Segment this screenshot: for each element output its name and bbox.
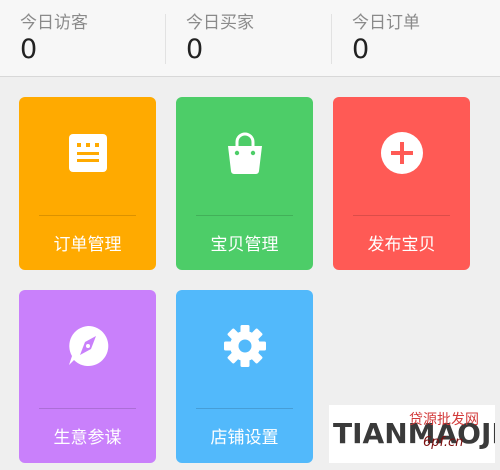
stat-buyers-value: 0 xyxy=(186,34,204,65)
stat-visitors-label: 今日访客 xyxy=(20,13,88,33)
tile-store-settings[interactable]: 店铺设置 xyxy=(176,290,313,463)
stat-buyers: 今日买家 0 xyxy=(186,0,326,76)
stat-visitors: 今日访客 0 xyxy=(20,0,160,76)
stat-visitors-value: 0 xyxy=(20,34,38,65)
stats-bar: 今日访客 0 今日买家 0 今日订单 0 xyxy=(0,0,500,77)
compass-icon xyxy=(19,322,156,370)
stat-buyers-label: 今日买家 xyxy=(186,13,254,33)
tile-label: 生意参谋 xyxy=(53,428,122,448)
tile-label: 订单管理 xyxy=(53,235,122,255)
tile-product-management[interactable]: 宝贝管理 xyxy=(176,97,313,270)
tile-label: 店铺设置 xyxy=(210,428,279,448)
tile-label: 宝贝管理 xyxy=(210,235,279,255)
tile-divider xyxy=(39,215,136,216)
tile-business-advisor[interactable]: 生意参谋 xyxy=(19,290,156,463)
tile-divider xyxy=(353,215,450,216)
tile-divider xyxy=(196,215,293,216)
stat-divider xyxy=(165,14,166,64)
tile-publish-product[interactable]: 发布宝贝 xyxy=(333,97,470,270)
gear-icon xyxy=(176,322,313,370)
watermark: TIANMAOJI 贷源批发网 6pf.cn xyxy=(329,405,495,463)
stat-orders-value: 0 xyxy=(352,34,370,65)
tile-order-management[interactable]: 订单管理 xyxy=(19,97,156,270)
tile-label: 发布宝贝 xyxy=(367,235,436,255)
order-list-icon xyxy=(19,129,156,177)
watermark-overlay: 贷源批发网 xyxy=(409,412,479,428)
plus-circle-icon xyxy=(333,129,470,177)
tile-divider xyxy=(39,408,136,409)
stat-divider xyxy=(331,14,332,64)
stat-orders-label: 今日订单 xyxy=(352,13,420,33)
stat-orders: 今日订单 0 xyxy=(352,0,492,76)
watermark-sub: 6pf.cn xyxy=(423,435,464,450)
tile-divider xyxy=(196,408,293,409)
shopping-bag-icon xyxy=(176,129,313,177)
